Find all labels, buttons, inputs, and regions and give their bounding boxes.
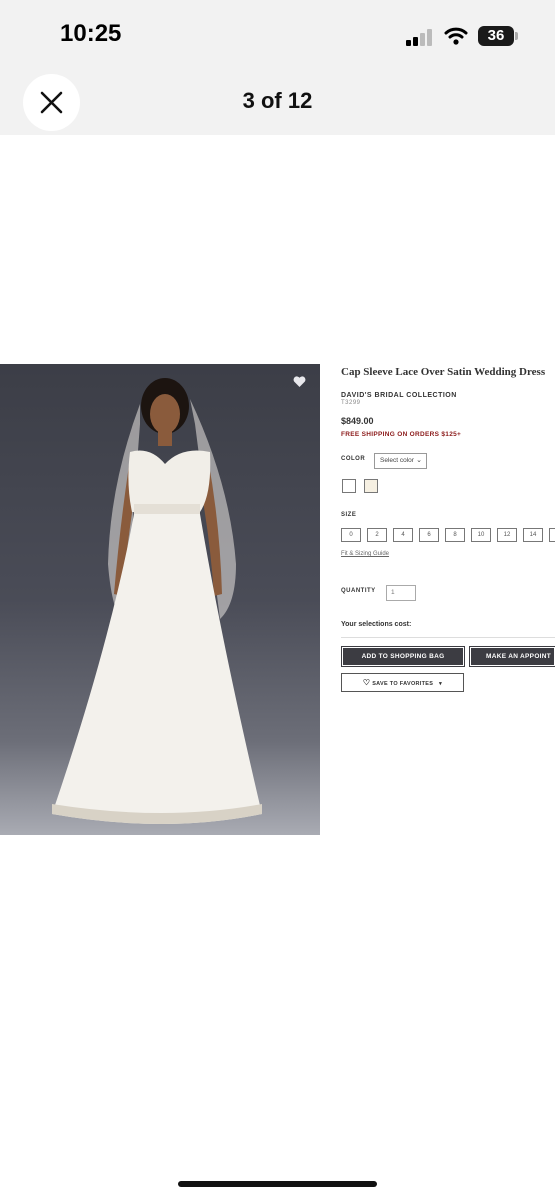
size-option[interactable]: 0	[341, 528, 361, 542]
shipping-promo: FREE SHIPPING ON ORDERS $125+	[341, 431, 462, 438]
swatch-white[interactable]	[342, 479, 356, 493]
product-brand: DAVID'S BRIDAL COLLECTION	[341, 392, 457, 399]
quantity-label: QUANTITY	[341, 588, 376, 594]
page-counter: 3 of 12	[242, 88, 313, 113]
battery-level: 36	[487, 27, 505, 44]
selections-cost-label: Your selections cost:	[341, 621, 412, 628]
battery-tip	[515, 32, 518, 40]
divider	[341, 637, 555, 638]
size-option[interactable]: 14	[523, 528, 543, 542]
caret-down-icon: ▾	[439, 681, 443, 687]
color-select-value: Select color	[380, 457, 414, 464]
color-label: COLOR	[341, 456, 366, 462]
product-photo	[0, 364, 320, 835]
save-to-favorites-label: SAVE TO FAVORITES	[372, 681, 434, 687]
size-option[interactable]: 10	[471, 528, 491, 542]
color-select[interactable]: Select color ⌄	[374, 453, 427, 469]
size-option[interactable]: 8	[445, 528, 465, 542]
fit-sizing-guide-link[interactable]: Fit & Sizing Guide	[341, 551, 389, 557]
size-option[interactable]: 4	[393, 528, 413, 542]
product-price: $849.00	[341, 416, 374, 426]
product-sku: T3299	[341, 400, 361, 406]
size-label: SIZE	[341, 512, 357, 518]
wifi-icon	[444, 27, 468, 45]
save-to-favorites-button[interactable]: ♡ SAVE TO FAVORITES ▾	[341, 673, 464, 692]
battery-icon: 36	[478, 26, 514, 46]
swatch-ivory[interactable]	[364, 479, 378, 493]
home-indicator[interactable]	[178, 1181, 377, 1187]
product-info: Cap Sleeve Lace Over Satin Wedding Dress…	[341, 366, 555, 438]
size-option-partial[interactable]	[549, 528, 555, 542]
heart-outline-icon: ♡	[362, 678, 371, 687]
dress-illustration	[52, 378, 262, 824]
cellular-signal-icon	[406, 28, 434, 46]
make-appointment-button[interactable]: MAKE AN APPOINT	[469, 646, 555, 667]
add-to-bag-button[interactable]: ADD TO SHOPPING BAG	[341, 646, 465, 667]
quantity-input[interactable]: 1	[386, 585, 416, 601]
size-option[interactable]: 12	[497, 528, 517, 542]
favorite-heart-icon[interactable]	[293, 376, 306, 388]
viewer-header: 3 of 12	[0, 72, 555, 135]
size-option[interactable]: 2	[367, 528, 387, 542]
status-bar: 10:25 36	[0, 0, 555, 72]
size-option[interactable]: 6	[419, 528, 439, 542]
chevron-down-icon: ⌄	[416, 457, 422, 464]
product-title: Cap Sleeve Lace Over Satin Wedding Dress	[341, 366, 546, 378]
status-time: 10:25	[60, 20, 122, 47]
